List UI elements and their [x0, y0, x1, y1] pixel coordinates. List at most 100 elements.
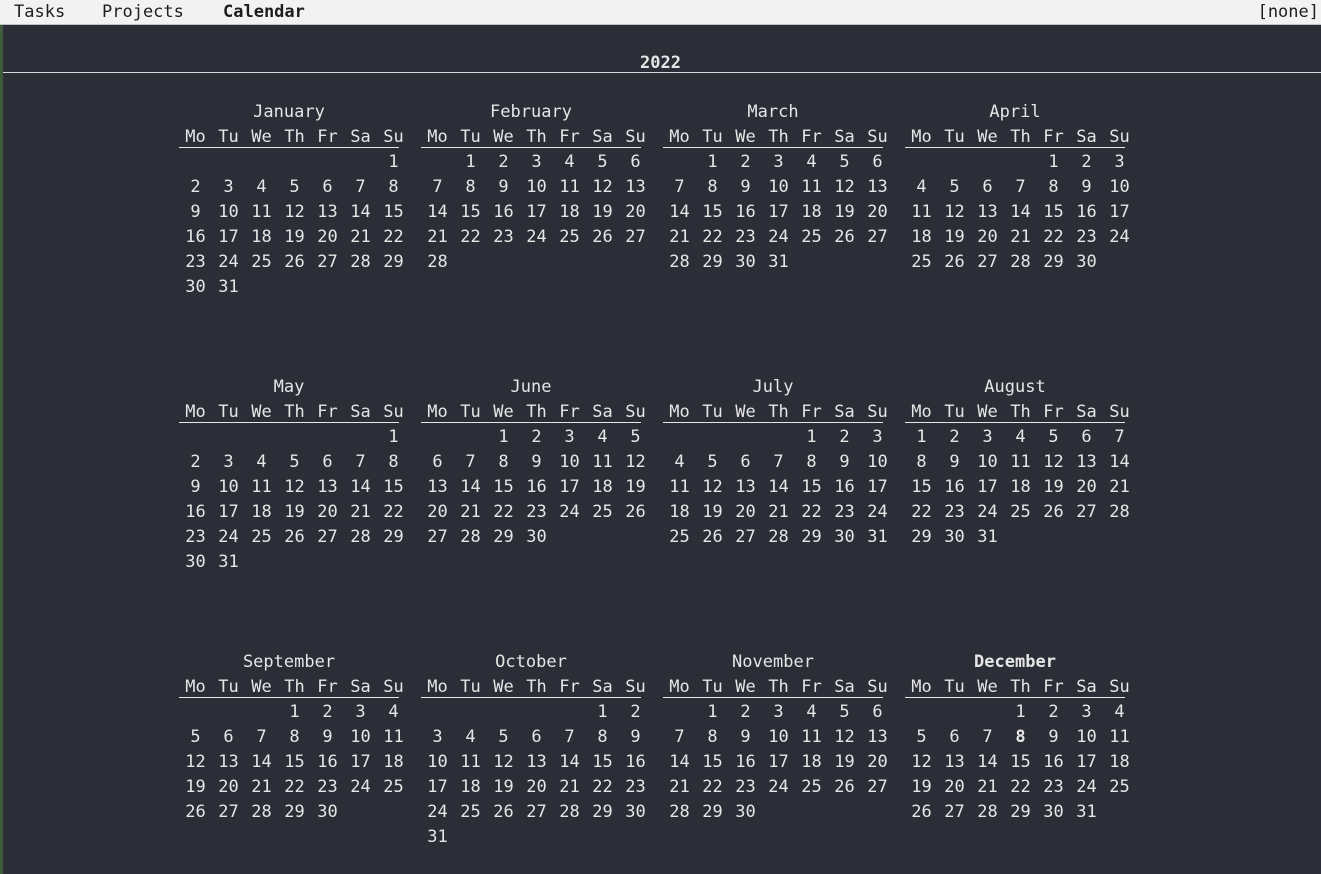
day-cell[interactable]: 7 [762, 451, 795, 473]
day-cell[interactable]: 7 [421, 176, 454, 198]
day-cell[interactable]: 2 [179, 451, 212, 473]
day-cell[interactable]: 14 [245, 751, 278, 773]
day-cell[interactable]: 26 [905, 801, 938, 823]
day-cell[interactable]: 17 [762, 751, 795, 773]
day-cell[interactable]: 22 [696, 776, 729, 798]
day-cell[interactable]: 27 [311, 251, 344, 273]
day-cell[interactable]: 4 [245, 451, 278, 473]
day-cell[interactable]: 15 [905, 476, 938, 498]
day-cell[interactable]: 18 [795, 751, 828, 773]
day-cell[interactable]: 8 [1037, 176, 1070, 198]
day-cell[interactable]: 16 [729, 201, 762, 223]
day-cell[interactable]: 15 [377, 201, 410, 223]
day-cell[interactable]: 27 [619, 226, 652, 248]
day-cell[interactable]: 16 [179, 501, 212, 523]
day-cell[interactable]: 10 [971, 451, 1004, 473]
day-cell[interactable]: 7 [663, 726, 696, 748]
day-cell[interactable]: 24 [520, 226, 553, 248]
day-cell[interactable]: 3 [861, 426, 894, 448]
day-cell[interactable]: 29 [487, 526, 520, 548]
day-cell[interactable]: 28 [553, 801, 586, 823]
day-cell[interactable]: 13 [729, 476, 762, 498]
day-cell[interactable]: 25 [377, 776, 410, 798]
day-cell[interactable]: 19 [179, 776, 212, 798]
day-cell[interactable]: 11 [377, 726, 410, 748]
day-cell[interactable]: 2 [311, 701, 344, 723]
day-cell[interactable]: 28 [663, 801, 696, 823]
day-cell[interactable]: 21 [971, 776, 1004, 798]
day-cell[interactable]: 16 [1037, 751, 1070, 773]
day-cell[interactable]: 19 [938, 226, 971, 248]
day-cell[interactable]: 24 [553, 501, 586, 523]
day-cell[interactable]: 13 [619, 176, 652, 198]
day-cell[interactable]: 10 [344, 726, 377, 748]
day-cell[interactable]: 23 [729, 776, 762, 798]
day-cell[interactable]: 18 [905, 226, 938, 248]
day-cell[interactable]: 24 [421, 801, 454, 823]
day-cell[interactable]: 17 [1070, 751, 1103, 773]
day-cell[interactable]: 10 [212, 476, 245, 498]
day-cell[interactable]: 17 [212, 226, 245, 248]
day-cell[interactable]: 27 [520, 801, 553, 823]
day-cell[interactable]: 5 [619, 426, 652, 448]
day-cell[interactable]: 18 [1004, 476, 1037, 498]
day-cell[interactable]: 25 [795, 776, 828, 798]
day-cell[interactable]: 29 [1037, 251, 1070, 273]
day-cell[interactable]: 8 [377, 451, 410, 473]
day-cell[interactable]: 20 [212, 776, 245, 798]
day-cell[interactable]: 11 [245, 476, 278, 498]
day-cell[interactable]: 11 [553, 176, 586, 198]
day-cell[interactable]: 20 [619, 201, 652, 223]
day-cell[interactable]: 8 [795, 451, 828, 473]
day-cell[interactable]: 3 [212, 451, 245, 473]
day-cell[interactable]: 22 [795, 501, 828, 523]
day-cell[interactable]: 5 [696, 451, 729, 473]
day-cell[interactable]: 4 [795, 701, 828, 723]
day-cell[interactable]: 1 [487, 426, 520, 448]
day-cell[interactable]: 27 [311, 526, 344, 548]
day-cell[interactable]: 1 [795, 426, 828, 448]
day-cell[interactable]: 5 [586, 151, 619, 173]
day-cell[interactable]: 7 [454, 451, 487, 473]
day-cell-today[interactable]: 8 [1004, 726, 1037, 748]
day-cell[interactable]: 25 [245, 526, 278, 548]
day-cell[interactable]: 23 [311, 776, 344, 798]
day-cell[interactable]: 6 [421, 451, 454, 473]
day-cell[interactable]: 14 [421, 201, 454, 223]
day-cell[interactable]: 29 [905, 526, 938, 548]
day-cell[interactable]: 29 [586, 801, 619, 823]
day-cell[interactable]: 24 [762, 776, 795, 798]
day-cell[interactable]: 23 [828, 501, 861, 523]
day-cell[interactable]: 2 [729, 151, 762, 173]
day-cell[interactable]: 22 [696, 226, 729, 248]
day-cell[interactable]: 22 [377, 226, 410, 248]
day-cell[interactable]: 7 [553, 726, 586, 748]
day-cell[interactable]: 26 [179, 801, 212, 823]
day-cell[interactable]: 26 [828, 226, 861, 248]
day-cell[interactable]: 21 [421, 226, 454, 248]
day-cell[interactable]: 15 [1037, 201, 1070, 223]
day-cell[interactable]: 22 [1037, 226, 1070, 248]
day-cell[interactable]: 4 [377, 701, 410, 723]
tab-tasks[interactable]: Tasks [14, 2, 65, 23]
day-cell[interactable]: 12 [938, 201, 971, 223]
day-cell[interactable]: 11 [663, 476, 696, 498]
day-cell[interactable]: 6 [861, 701, 894, 723]
day-cell[interactable]: 20 [311, 501, 344, 523]
day-cell[interactable]: 30 [938, 526, 971, 548]
day-cell[interactable]: 13 [1070, 451, 1103, 473]
day-cell[interactable]: 17 [762, 201, 795, 223]
day-cell[interactable]: 19 [278, 501, 311, 523]
day-cell[interactable]: 10 [762, 726, 795, 748]
day-cell[interactable]: 17 [553, 476, 586, 498]
day-cell[interactable]: 4 [454, 726, 487, 748]
tab-projects[interactable]: Projects [102, 2, 184, 23]
day-cell[interactable]: 4 [553, 151, 586, 173]
day-cell[interactable]: 5 [487, 726, 520, 748]
day-cell[interactable]: 31 [762, 251, 795, 273]
day-cell[interactable]: 15 [696, 201, 729, 223]
day-cell[interactable]: 14 [663, 201, 696, 223]
day-cell[interactable]: 22 [278, 776, 311, 798]
day-cell[interactable]: 9 [179, 201, 212, 223]
day-cell[interactable]: 24 [344, 776, 377, 798]
